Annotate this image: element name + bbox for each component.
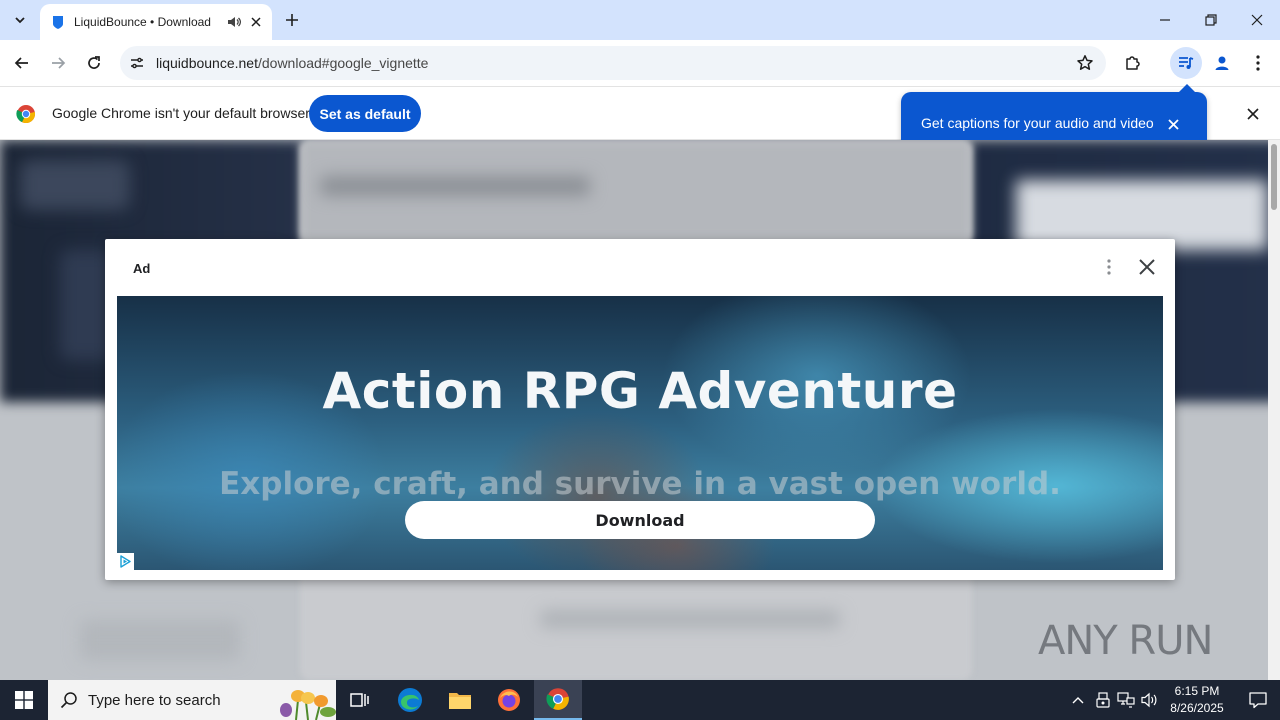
url-domain: liquidbounce.net <box>156 55 258 71</box>
tray-volume-button[interactable] <box>1140 690 1160 710</box>
site-favicon-icon <box>53 16 63 29</box>
tab-strip: LiquidBounce • Download <box>0 0 1280 40</box>
adchoices-button[interactable] <box>117 553 134 570</box>
back-button[interactable] <box>8 49 36 77</box>
tab-active[interactable]: LiquidBounce • Download <box>40 4 272 40</box>
removable-device-icon <box>1096 692 1110 708</box>
ad-options-button[interactable] <box>1099 257 1119 277</box>
ad-creative[interactable]: Action RPG Adventure Explore, craft, and… <box>117 296 1163 570</box>
url-path: /download#google_vignette <box>257 55 429 71</box>
bookmark-star-icon[interactable] <box>1076 54 1094 72</box>
chrome-logo-icon <box>546 688 569 710</box>
action-center-button[interactable] <box>1236 680 1280 720</box>
page-text-placeholder <box>80 620 240 660</box>
reload-icon <box>88 56 100 69</box>
anyrun-watermark: ANY RUN <box>1038 610 1213 672</box>
reload-button[interactable] <box>80 49 108 77</box>
close-icon <box>1167 118 1179 130</box>
address-bar[interactable]: liquidbounce.net/download#google_vignett… <box>120 46 1106 80</box>
taskbar-file-explorer[interactable] <box>436 680 484 720</box>
edge-browser-icon <box>398 688 422 712</box>
firefox-icon <box>498 689 520 711</box>
ad-label: Ad <box>133 261 151 276</box>
infobar-close-button[interactable] <box>1244 105 1262 123</box>
tab-close-button[interactable] <box>248 14 264 30</box>
ad-close-button[interactable] <box>1137 257 1157 277</box>
scrollbar-thumb[interactable] <box>1271 144 1277 210</box>
task-view-icon <box>350 693 369 707</box>
taskbar-clock[interactable]: 6:15 PM 8/26/2025 <box>1160 683 1234 717</box>
clock-date: 8/26/2025 <box>1170 701 1224 715</box>
speaker-icon[interactable] <box>226 14 242 30</box>
close-icon <box>251 17 261 27</box>
plus-icon <box>286 14 298 26</box>
page-scrollbar[interactable] <box>1268 140 1280 680</box>
arrow-left-icon <box>14 57 28 69</box>
restore-button[interactable] <box>1188 0 1234 40</box>
search-icon <box>60 692 77 709</box>
taskbar-search-box[interactable]: Type here to search <box>48 680 336 720</box>
search-highlight-flowers-icon <box>280 690 336 720</box>
ad-download-button[interactable]: Download <box>405 501 875 539</box>
restore-icon <box>1205 14 1217 26</box>
windows-taskbar: Type here to search 6:15 PM 8/26/2025 <box>0 680 1280 720</box>
page-logo-area <box>20 160 130 210</box>
ad-headline: Action RPG Adventure <box>322 362 958 420</box>
close-window-button[interactable] <box>1234 0 1280 40</box>
watermark-text: ANY RUN <box>1038 618 1213 664</box>
show-hidden-icons-button[interactable] <box>1068 690 1088 710</box>
site-info-button[interactable] <box>128 54 146 72</box>
minimize-button[interactable] <box>1142 0 1188 40</box>
network-icon <box>1117 692 1135 708</box>
ad-subheadline: Explore, craft, and survive in a vast op… <box>219 466 1061 502</box>
extensions-button[interactable] <box>1119 49 1147 77</box>
bubble-close-button[interactable] <box>1165 116 1181 132</box>
set-as-default-button[interactable]: Set as default <box>309 95 421 132</box>
vignette-ad-dialog: Ad Action RPG Adventure Explore, craft, … <box>105 239 1175 580</box>
clock-time: 6:15 PM <box>1174 684 1220 698</box>
browser-toolbar: liquidbounce.net/download#google_vignett… <box>0 40 1280 86</box>
start-button[interactable] <box>0 680 48 720</box>
tray-device-icon-button[interactable] <box>1093 690 1113 710</box>
minimize-icon <box>1160 19 1170 21</box>
arrow-right-icon <box>52 57 66 69</box>
bubble-text: Get captions for your audio and video <box>921 115 1154 131</box>
menu-button[interactable] <box>1244 49 1272 77</box>
tab-search-button[interactable] <box>6 6 34 34</box>
infobar-message: Google Chrome isn't your default browser <box>52 105 310 121</box>
windows-logo-icon <box>15 691 33 709</box>
taskbar-chrome[interactable] <box>534 680 582 720</box>
chrome-logo-icon <box>16 105 36 124</box>
tray-network-button[interactable] <box>1116 690 1136 710</box>
page-text-placeholder <box>540 610 840 628</box>
forward-button[interactable] <box>44 49 72 77</box>
search-placeholder: Type here to search <box>88 691 221 709</box>
tab-title: LiquidBounce • Download <box>74 15 211 29</box>
more-vertical-icon <box>1107 259 1111 275</box>
chevron-up-icon <box>1072 697 1084 704</box>
media-controls-button[interactable] <box>1170 47 1202 79</box>
playlist-music-icon <box>1179 57 1194 69</box>
chevron-down-icon <box>15 17 25 24</box>
volume-icon <box>1141 692 1157 708</box>
url-text: liquidbounce.net/download#google_vignett… <box>156 55 428 71</box>
notification-icon <box>1249 692 1267 709</box>
profile-button[interactable] <box>1208 49 1236 77</box>
puzzle-icon <box>1126 56 1140 70</box>
taskbar-edge[interactable] <box>386 680 434 720</box>
page-heading-placeholder <box>320 176 590 196</box>
close-icon <box>1247 108 1259 120</box>
close-icon <box>1251 14 1263 26</box>
folder-icon <box>449 693 471 709</box>
task-view-button[interactable] <box>336 680 384 720</box>
tune-icon <box>131 57 143 69</box>
adchoices-icon <box>120 555 131 568</box>
close-icon <box>1139 259 1155 275</box>
profile-avatar-icon <box>1215 56 1229 70</box>
taskbar-firefox[interactable] <box>485 680 533 720</box>
new-tab-button[interactable] <box>280 8 304 32</box>
more-vertical-icon <box>1256 55 1260 71</box>
